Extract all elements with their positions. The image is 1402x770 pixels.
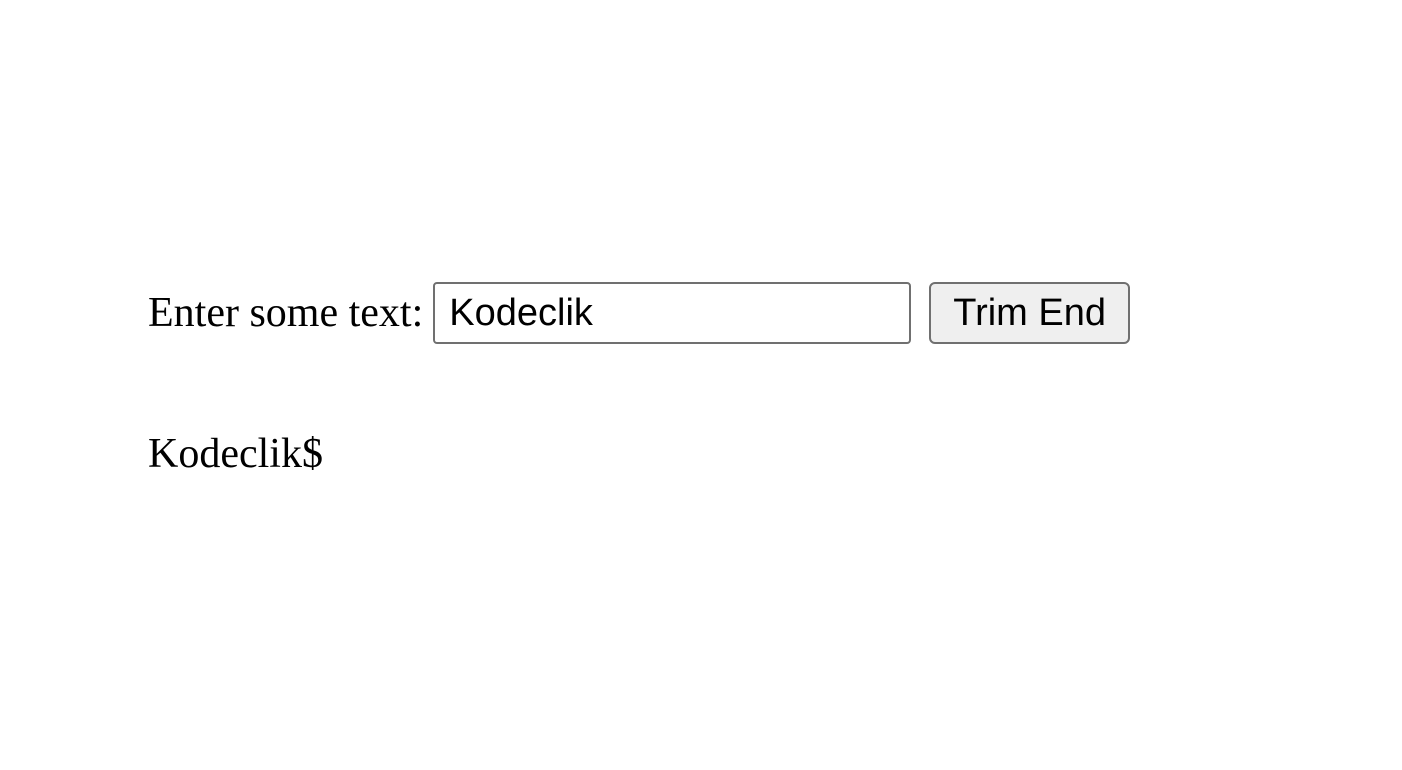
form-row: Enter some text: Trim End xyxy=(148,282,1402,344)
trim-end-button[interactable]: Trim End xyxy=(929,282,1130,344)
main-container: Enter some text: Trim End Kodeclik$ xyxy=(0,0,1402,478)
text-input[interactable] xyxy=(433,282,911,344)
output-text: Kodeclik$ xyxy=(148,430,1402,478)
input-label: Enter some text: xyxy=(148,289,423,337)
